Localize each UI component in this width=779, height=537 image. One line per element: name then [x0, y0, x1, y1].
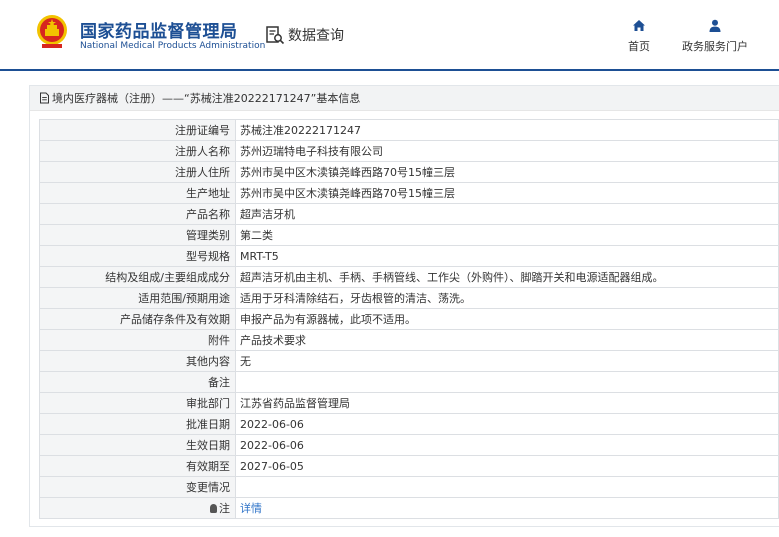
table-row: 管理类别 第二类: [39, 224, 779, 246]
field-value: 产品技术要求: [235, 329, 779, 351]
field-label: 型号规格: [39, 245, 236, 267]
field-label: 生效日期: [39, 434, 236, 456]
field-label: 审批部门: [39, 392, 236, 414]
detail-panel: 境内医疗器械（注册）——“苏械注准20222171247”基本信息 注册证编号苏…: [29, 85, 779, 527]
document-search-icon: [266, 26, 285, 45]
table-row: 型号规格 MRT-T5: [39, 245, 779, 267]
table-row: 有效期至 2027-06-05: [39, 455, 779, 477]
site-title[interactable]: 国家药品监督管理局: [80, 17, 238, 42]
table-row: 生产地址 苏州市吴中区木渎镇尧峰西路70号15幢三层: [39, 182, 779, 204]
field-label: 附件: [39, 329, 236, 351]
field-label: 适用范围/预期用途: [39, 287, 236, 309]
field-value: 2022-06-06: [235, 434, 779, 456]
field-value: 苏械注准20222171247: [235, 119, 779, 141]
table-row: 其他内容无: [39, 350, 779, 372]
table-row: 注册人名称 苏州迈瑞特电子科技有限公司: [39, 140, 779, 162]
nav-gov-portal[interactable]: 政务服务门户: [682, 19, 748, 54]
field-label: 注册证编号: [39, 119, 236, 141]
table-row: 注 详情: [39, 497, 779, 519]
panel-header: 境内医疗器械（注册）——“苏械注准20222171247”基本信息: [30, 86, 779, 111]
home-icon: [633, 20, 645, 31]
table-row: 产品名称 超声洁牙机: [39, 203, 779, 225]
note-label-cell: 注: [39, 497, 236, 519]
nav-portal-label: 政务服务门户: [682, 40, 748, 53]
header-divider: [0, 69, 779, 71]
field-label: 备注: [39, 371, 236, 393]
table-row: 注册人住所 苏州市吴中区木渎镇尧峰西路70号15幢三层: [39, 161, 779, 183]
field-value: 苏州迈瑞特电子科技有限公司: [235, 140, 779, 162]
table-row: 批准日期 2022-06-06: [39, 413, 779, 435]
field-label: 变更情况: [39, 476, 236, 498]
table-row: 备注: [39, 371, 779, 393]
field-value: 苏州市吴中区木渎镇尧峰西路70号15幢三层: [235, 161, 779, 183]
field-value: [235, 476, 779, 498]
table-row: 生效日期 2022-06-06: [39, 434, 779, 456]
field-value: 申报产品为有源器械，此项不适用。: [235, 308, 779, 330]
field-label: 有效期至: [39, 455, 236, 477]
details-link[interactable]: 详情: [240, 502, 262, 515]
field-label: 结构及组成/主要组成成分: [39, 266, 236, 288]
field-label: 注册人住所: [39, 161, 236, 183]
field-value: 苏州市吴中区木渎镇尧峰西路70号15幢三层: [235, 182, 779, 204]
field-value: MRT-T5: [235, 245, 779, 267]
field-label: 其他内容: [39, 350, 236, 372]
field-value: 超声洁牙机: [235, 203, 779, 225]
field-label: 批准日期: [39, 413, 236, 435]
field-value: [235, 371, 779, 393]
data-query-link[interactable]: 数据查询: [265, 25, 344, 45]
table-row: 注册证编号 苏械注准20222171247: [39, 119, 779, 141]
field-label: 管理类别: [39, 224, 236, 246]
field-label: 生产地址: [39, 182, 236, 204]
site-subtitle: National Medical Products Administration: [80, 41, 266, 51]
field-label: 产品储存条件及有效期: [39, 308, 236, 330]
table-row: 审批部门 江苏省药品监督管理局: [39, 392, 779, 414]
field-label: 注册人名称: [39, 140, 236, 162]
document-icon: [40, 92, 49, 104]
panel-title: 境内医疗器械（注册）——“苏械注准20222171247”基本信息: [52, 92, 361, 105]
nav-home-label: 首页: [628, 40, 650, 53]
table-row: 变更情况: [39, 476, 779, 498]
field-value: 适用于牙科清除结石，牙齿根管的清洁、荡洗。: [235, 287, 779, 309]
bulb-icon: [210, 504, 217, 513]
field-value: 2022-06-06: [235, 413, 779, 435]
field-value: 江苏省药品监督管理局: [235, 392, 779, 414]
table-row: 适用范围/预期用途 适用于牙科清除结石，牙齿根管的清洁、荡洗。: [39, 287, 779, 309]
field-value: 超声洁牙机由主机、手柄、手柄管线、工作尖（外购件）、脚踏开关和电源适配器组成。: [235, 266, 779, 288]
info-table: 注册证编号 苏械注准20222171247 注册人名称 苏州迈瑞特电子科技有限公司 …: [39, 119, 779, 519]
note-value-cell: 详情: [235, 497, 779, 519]
field-value: 无: [235, 350, 779, 372]
user-icon: [709, 19, 721, 32]
table-row: 附件 产品技术要求: [39, 329, 779, 351]
table-row: 结构及组成/主要组成成分 超声洁牙机由主机、手柄、手柄管线、工作尖（外购件）、脚踏…: [39, 266, 779, 288]
nav-home[interactable]: 首页: [628, 19, 650, 54]
data-query-label: 数据查询: [288, 28, 344, 44]
national-emblem-logo[interactable]: [36, 14, 68, 50]
field-value: 第二类: [235, 224, 779, 246]
table-row: 产品储存条件及有效期 申报产品为有源器械，此项不适用。: [39, 308, 779, 330]
note-label: 注: [219, 502, 230, 515]
field-value: 2027-06-05: [235, 455, 779, 477]
field-label: 产品名称: [39, 203, 236, 225]
site-header: 国家药品监督管理局 National Medical Products Admi…: [0, 0, 779, 71]
